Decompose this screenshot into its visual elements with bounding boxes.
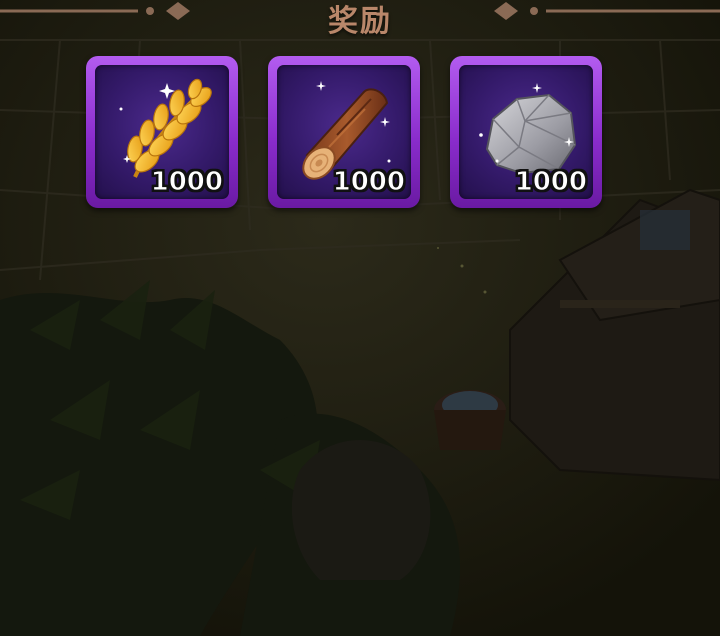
reward-item-frame: 1000 — [95, 65, 229, 199]
reward-item-frame: 1000 — [459, 65, 593, 199]
reward-count: 1000 — [150, 167, 223, 198]
reward-item-wood[interactable]: 1000 — [268, 56, 420, 208]
reward-header: 奖励 — [0, 0, 720, 40]
reward-item-stone[interactable]: 1000 — [450, 56, 602, 208]
reward-count: 1000 — [514, 167, 587, 198]
reward-count: 1000 — [332, 167, 405, 198]
reward-item-wheat[interactable]: 1000 — [86, 56, 238, 208]
reward-list: 1000 1000 1000 — [86, 56, 606, 212]
header-ornament-right-icon — [494, 2, 720, 20]
reward-item-frame: 1000 — [277, 65, 411, 199]
